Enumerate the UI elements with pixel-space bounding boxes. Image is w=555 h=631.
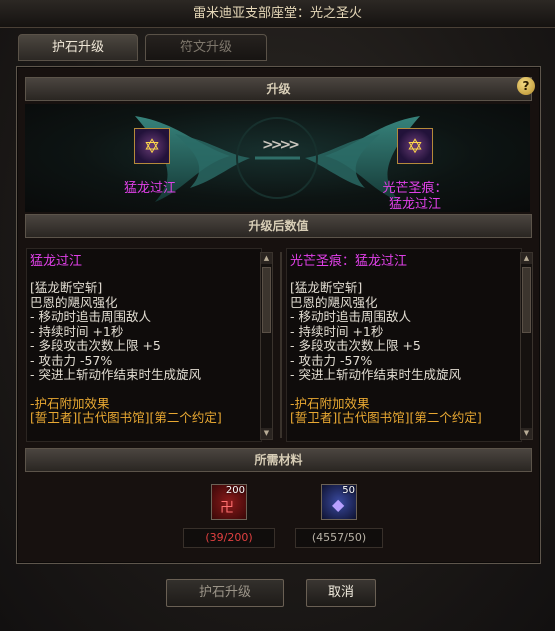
after-line: 巴恩的飓风强化 <box>290 294 378 310</box>
after-scrollbar[interactable]: ▲ ▼ <box>520 252 533 440</box>
material-count-purple: (4557/50) <box>295 528 383 548</box>
column-divider <box>280 252 282 438</box>
after-line: - 持续时间 +1秒 <box>290 323 384 339</box>
red-rune-material-icon[interactable]: 200 卍 <box>211 484 247 520</box>
source-charm-name: 猛龙过江 <box>123 181 176 196</box>
before-line: [猛龙断空斩] <box>30 280 103 295</box>
scroll-up-icon[interactable]: ▲ <box>261 253 272 264</box>
target-charm-name-line2: 猛龙过江 <box>388 197 441 212</box>
tab-rune-upgrade[interactable]: 符文升级 <box>145 34 267 61</box>
before-stats-panel: 猛龙过江 [猛龙断空斩] 巴恩的飓风强化 - 移动时追击周围敌人 - 持续时间 … <box>26 248 262 442</box>
material-count-red: (39/200) <box>183 528 275 548</box>
after-title: 光芒圣痕：猛龙过江 <box>290 254 408 269</box>
scroll-down-icon[interactable]: ▼ <box>261 428 272 439</box>
upgrade-arrows-icon: >>>> <box>262 137 300 153</box>
before-line: 巴恩的飓风强化 <box>30 294 118 310</box>
after-stats-panel: 光芒圣痕：猛龙过江 [猛龙断空斩] 巴恩的飓风强化 - 移动时追击周围敌人 - … <box>286 248 522 442</box>
after-line: [猛龙断空斩] <box>290 280 363 295</box>
after-line: - 攻击力 -57% <box>290 352 373 368</box>
purple-crystal-material-icon[interactable]: 50 ◆ <box>321 484 357 520</box>
tab-charm-upgrade[interactable]: 护石升级 <box>18 34 138 61</box>
scroll-down-icon[interactable]: ▼ <box>521 428 532 439</box>
after-line: - 移动时追击周围敌人 <box>290 309 411 324</box>
before-line: - 持续时间 +1秒 <box>30 323 124 339</box>
material-stack-count: 200 <box>225 485 245 496</box>
window-title: 雷米迪亚支部座堂：光之圣火 <box>0 0 555 28</box>
after-set-title: -护石附加效果 <box>290 395 370 411</box>
scroll-thumb[interactable] <box>262 267 271 333</box>
source-charm-icon[interactable]: ✡ <box>134 128 170 164</box>
target-charm-icon[interactable]: ✡ <box>397 128 433 164</box>
after-line: - 多段攻击次数上限 +5 <box>290 338 421 353</box>
scroll-thumb[interactable] <box>522 267 531 333</box>
scroll-up-icon[interactable]: ▲ <box>521 253 532 264</box>
cancel-button[interactable]: 取消 <box>306 579 376 607</box>
before-line: - 多段攻击次数上限 +5 <box>30 338 161 353</box>
upgrade-header: 升级 <box>25 77 532 101</box>
upgrade-button[interactable]: 护石升级 <box>166 579 284 607</box>
after-line: - 突进上斩动作结束时生成旋风 <box>290 367 461 382</box>
before-scrollbar[interactable]: ▲ ▼ <box>260 252 273 440</box>
charm-upgrade-window: 雷米迪亚支部座堂：光之圣火 护石升级 符文升级 升级 ? ✡ 猛龙过江 >>>>… <box>0 0 555 631</box>
before-line: - 突进上斩动作结束时生成旋风 <box>30 367 201 382</box>
before-line: - 攻击力 -57% <box>30 352 113 368</box>
after-set-line: [誓卫者][古代图书馆][第二个约定] <box>290 410 482 425</box>
before-set-title: -护石附加效果 <box>30 395 110 411</box>
before-set-line: [誓卫者][古代图书馆][第二个约定] <box>30 410 222 425</box>
before-line: - 移动时追击周围敌人 <box>30 309 151 324</box>
stats-header: 升级后数值 <box>25 214 532 238</box>
help-icon[interactable]: ? <box>517 77 535 95</box>
materials-header: 所需材料 <box>25 448 532 472</box>
before-title: 猛龙过江 <box>30 254 83 269</box>
